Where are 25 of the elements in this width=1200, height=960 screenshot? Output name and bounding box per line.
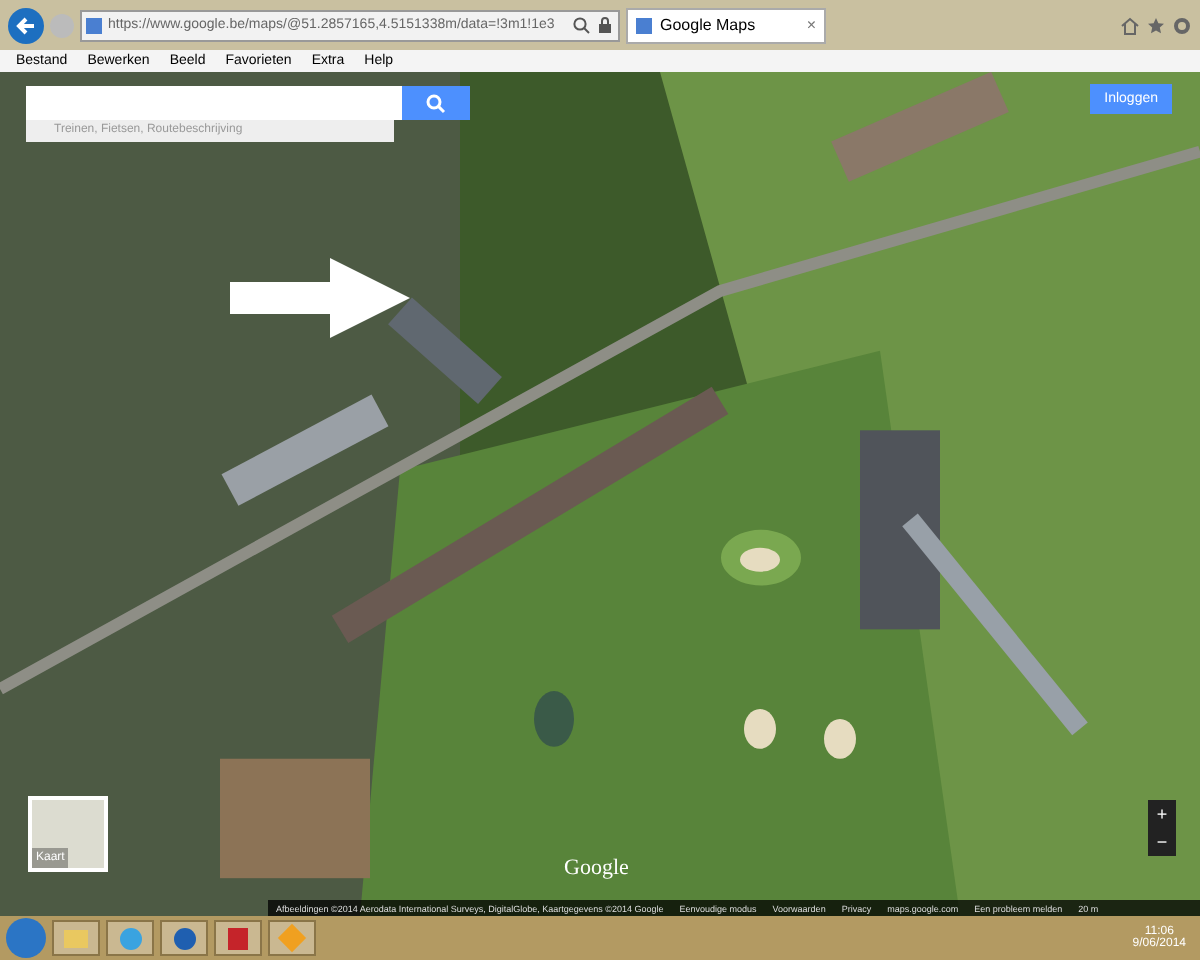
home-icon[interactable] [1120,15,1140,35]
globe-icon[interactable] [106,920,154,956]
search-icon [426,93,446,113]
star-icon[interactable] [1146,15,1166,35]
google-logo: Google [564,856,629,880]
start-button[interactable] [6,918,46,958]
warning-sign-icon[interactable] [268,920,316,956]
search-box[interactable] [26,86,470,120]
circle-app-icon[interactable] [160,920,208,956]
zoom-button[interactable]: − [1148,828,1176,856]
app-icon[interactable] [214,920,262,956]
close-tab-button[interactable]: × [806,16,816,34]
search-field[interactable] [26,86,402,120]
search-icon[interactable] [572,16,590,34]
folder-icon[interactable] [52,920,100,956]
browser-tab[interactable]: Google Maps × [626,7,826,43]
arrow-icon [230,258,410,338]
back-button[interactable] [8,7,44,43]
zoom-button[interactable]: + [1148,800,1176,828]
settings-icon[interactable] [1172,15,1192,35]
favicon-icon [86,17,102,33]
search-button[interactable] [402,86,470,120]
favicon-icon [636,17,652,33]
back-arrow-icon [14,13,38,37]
lock-icon [596,16,614,34]
